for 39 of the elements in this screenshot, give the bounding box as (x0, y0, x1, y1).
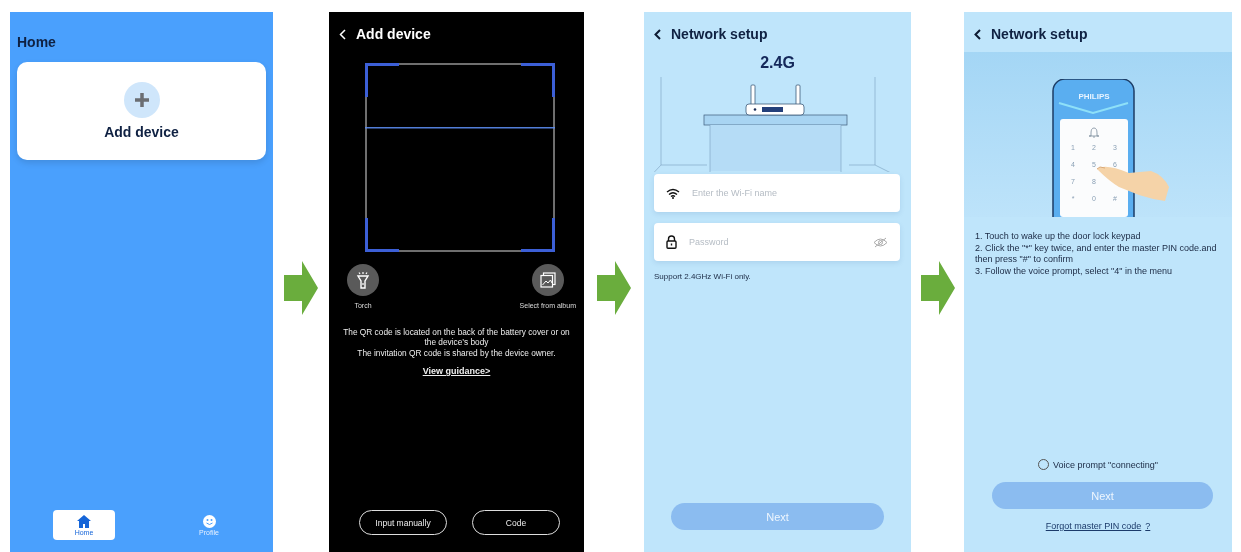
wifi-name-field[interactable]: Enter the Wi-Fi name (654, 174, 900, 212)
text-input[interactable]: Enter the Wi-Fi name (690, 187, 888, 199)
hint-text: The invitation QR code is shared by the device owner. (356, 347, 557, 359)
lock-icon (666, 235, 677, 249)
hint-text: The QR code is located on the back of the battery cover or on the device’s body (342, 327, 571, 348)
instruction-step: 3. Follow the voice prompt, select "4" in the menu (975, 266, 1222, 278)
smiley-icon (202, 514, 216, 528)
image-icon (539, 272, 556, 288)
support-note: Support 2.4GHz Wi-Fi only. (654, 272, 752, 281)
arrow-icon (597, 261, 631, 315)
flashlight-icon (356, 271, 370, 289)
home-icon (77, 514, 91, 528)
torch-button[interactable] (347, 264, 379, 296)
password-field[interactable]: Password (654, 223, 900, 261)
arrow-icon (920, 261, 955, 315)
plus-icon (123, 82, 160, 118)
option-button[interactable]: Input manually (359, 510, 447, 535)
bell-icon (1088, 127, 1100, 138)
option-button[interactable]: Code (472, 510, 560, 535)
instruction-step: 1. Touch to wake up the door lock keypad (975, 231, 1222, 243)
screen-title: Network setup (991, 26, 1088, 42)
band-label: 2.4G (759, 54, 796, 72)
wifi-icon (666, 187, 680, 199)
text-input[interactable]: Password (687, 236, 863, 248)
back-icon[interactable] (974, 28, 981, 40)
screen-title: Network setup (671, 26, 768, 42)
back-icon[interactable] (654, 28, 661, 40)
add-device-card[interactable]: Add device (17, 62, 266, 160)
screen-title: Add device (356, 26, 431, 42)
album-button[interactable] (531, 264, 564, 296)
instruction-step: 2. Click the "*" key twice, and enter the master PIN code.and then press "#" to confirm (975, 242, 1222, 267)
add-device-label: Add device (104, 124, 179, 140)
guidance-link[interactable]: View guidance> (422, 366, 491, 377)
arrow-icon (284, 261, 318, 315)
brand-label: PHILIPS (1078, 92, 1110, 101)
voice-prompt-option[interactable]: Voice prompt "connecting" (964, 459, 1232, 470)
screen-title: Home (17, 34, 57, 50)
help-link[interactable]: ? (1145, 521, 1151, 531)
forgot-pin-link[interactable]: Forgot master PIN code (1045, 521, 1142, 531)
